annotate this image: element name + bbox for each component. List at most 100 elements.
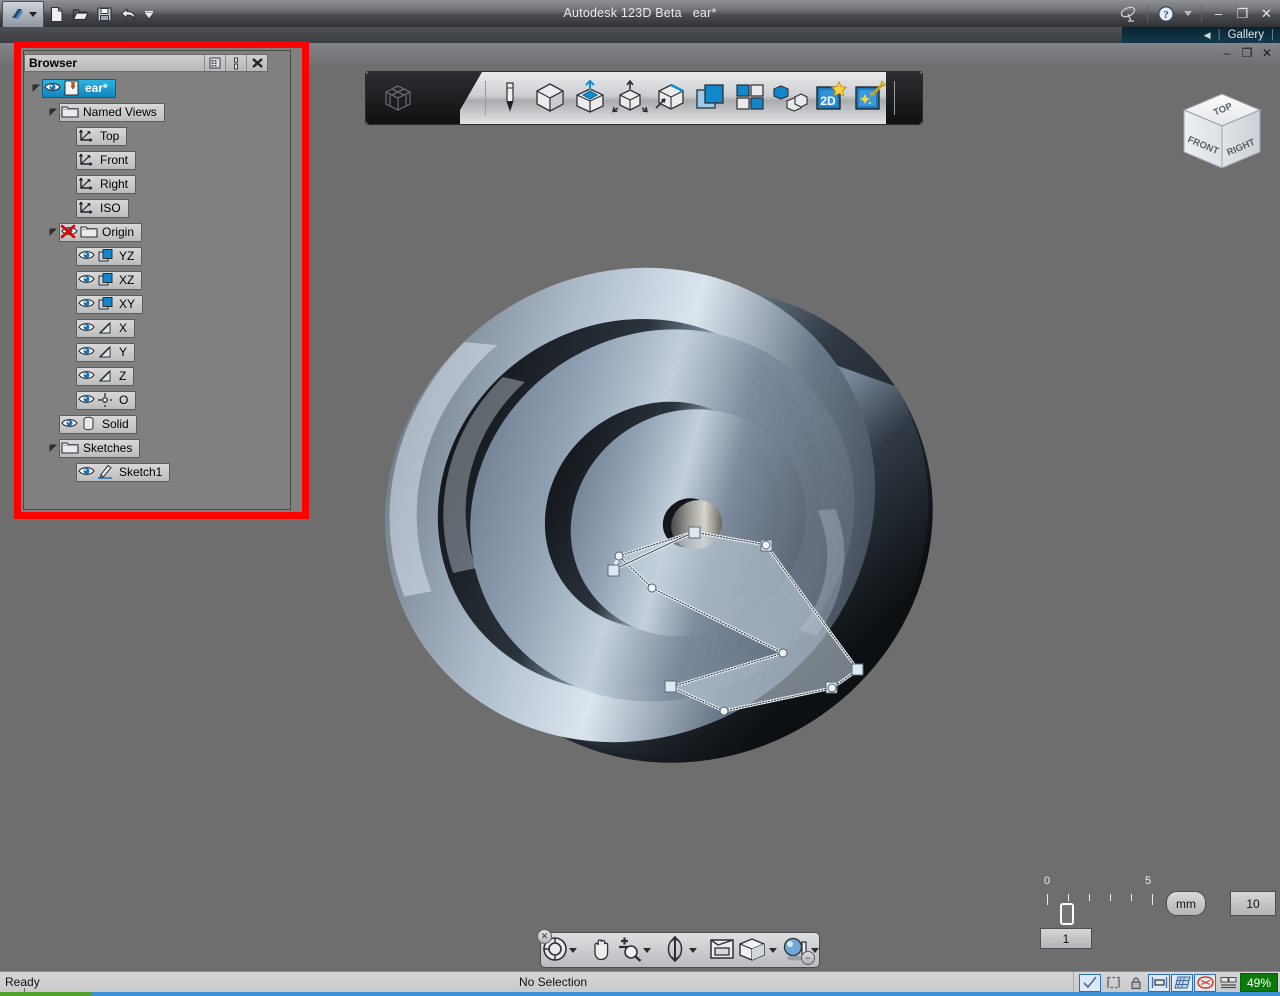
list-filter-icon[interactable]	[204, 55, 225, 71]
tree-node-chip[interactable]: YZ	[76, 247, 142, 266]
smart-tool[interactable]	[850, 71, 890, 125]
visibility-eye-icon[interactable]	[78, 392, 97, 409]
tree-node-chip[interactable]: Named Views	[59, 103, 165, 122]
constraint-toggle[interactable]	[1194, 974, 1216, 992]
gallery-link[interactable]: Gallery	[1228, 29, 1264, 41]
expander-triangle-icon[interactable]	[47, 220, 59, 244]
visibility-eye-icon[interactable]	[78, 248, 97, 265]
tree-node-chip[interactable]: X	[76, 319, 135, 338]
tree-node-chip[interactable]: Origin	[59, 223, 142, 242]
combine-tool[interactable]	[690, 71, 730, 125]
tree-node[interactable]: Origin	[30, 220, 280, 244]
satellite-dish-icon[interactable]	[1120, 5, 1138, 23]
scale-slider-handle[interactable]	[1060, 903, 1074, 925]
tree-node[interactable]: Y	[30, 340, 280, 364]
open-folder-icon[interactable]	[72, 6, 89, 23]
visibility-eye-icon[interactable]	[78, 344, 97, 361]
tree-node-chip[interactable]: XY	[76, 295, 143, 314]
quick-access-overflow-icon[interactable]	[144, 6, 154, 23]
pattern-tool[interactable]	[650, 71, 690, 125]
visibility-eye-icon[interactable]	[78, 464, 97, 481]
drawing-2d-tool[interactable]: 2D	[810, 71, 850, 125]
tree-node[interactable]: Front	[30, 148, 280, 172]
visual-style-tool[interactable]	[737, 933, 781, 967]
grid-toggle[interactable]	[1171, 974, 1193, 992]
orbit-tool[interactable]	[661, 933, 701, 967]
tree-node[interactable]: ear*	[30, 76, 280, 100]
visibility-eye-icon[interactable]	[61, 224, 80, 241]
tree-node[interactable]: Right	[30, 172, 280, 196]
visibility-eye-icon[interactable]	[78, 272, 97, 289]
expander-triangle-icon[interactable]	[47, 436, 59, 460]
window-close-button[interactable]: ✕	[1259, 7, 1274, 21]
tree-node[interactable]: XZ	[30, 268, 280, 292]
tree-node-chip[interactable]: Right	[76, 175, 136, 194]
tree-node[interactable]: XY	[30, 292, 280, 316]
window-restore-button[interactable]: ❐	[1235, 7, 1250, 21]
visibility-eye-icon[interactable]	[78, 296, 97, 313]
document-close-button[interactable]: ✕	[1260, 46, 1274, 60]
tree-node-chip[interactable]: ear*	[42, 79, 116, 98]
document-restore-button[interactable]: ❐	[1240, 46, 1254, 60]
sketch-tool[interactable]	[490, 71, 530, 125]
pan-tool[interactable]	[587, 933, 615, 967]
dimension-toggle[interactable]	[1148, 974, 1170, 992]
primitives-tool[interactable]	[530, 71, 570, 125]
view-cube[interactable]: TOP FRONT RIGHT	[1178, 90, 1266, 174]
zoom-tool[interactable]	[615, 933, 655, 967]
tree-node-chip[interactable]: Sketches	[59, 439, 140, 458]
group-tool[interactable]	[770, 71, 810, 125]
snap-settings[interactable]	[1217, 974, 1239, 992]
chevron-down-icon[interactable]	[689, 948, 697, 953]
tree-node-chip[interactable]: XZ	[76, 271, 142, 290]
tree-node-chip[interactable]: ISO	[76, 199, 129, 218]
selection-filter[interactable]	[1102, 974, 1124, 992]
tree-node-chip[interactable]: Front	[76, 151, 136, 170]
visibility-eye-icon[interactable]	[61, 416, 80, 433]
units-button[interactable]: mm	[1166, 891, 1206, 916]
document-minimize-button[interactable]: –	[1220, 46, 1234, 60]
floppy-disk-save-icon[interactable]	[96, 6, 113, 23]
close-x-icon[interactable]	[246, 55, 267, 71]
tree-node-chip[interactable]: Solid	[59, 415, 137, 434]
chevron-down-icon[interactable]	[29, 12, 37, 17]
tree-node-chip[interactable]: Sketch1	[76, 463, 170, 482]
undo-arrow-icon[interactable]	[120, 6, 137, 23]
modify-tool[interactable]	[610, 71, 650, 125]
tree-node[interactable]: Solid	[30, 412, 280, 436]
construct-tool[interactable]	[570, 71, 610, 125]
navbar-collapse-grip[interactable]: −	[801, 951, 815, 965]
tree-node[interactable]: Named Views	[30, 100, 280, 124]
tree-node[interactable]: O	[30, 388, 280, 412]
dock-handle-icon[interactable]	[225, 55, 246, 71]
visibility-eye-icon[interactable]	[78, 320, 97, 337]
tree-node[interactable]: YZ	[30, 244, 280, 268]
tree-node[interactable]: Top	[30, 124, 280, 148]
chevron-down-icon[interactable]	[1184, 11, 1192, 16]
new-file-icon[interactable]	[48, 6, 65, 23]
snap-toggle[interactable]	[1079, 974, 1101, 992]
gallery-collapse-arrow-icon[interactable]: ◀	[1204, 30, 1211, 41]
look-at-tool[interactable]	[707, 933, 737, 967]
tree-node[interactable]: Z	[30, 364, 280, 388]
tree-node[interactable]: X	[30, 316, 280, 340]
tree-node[interactable]: ISO	[30, 196, 280, 220]
visibility-eye-icon[interactable]	[44, 80, 63, 97]
navbar-close-button[interactable]: ✕	[537, 929, 552, 944]
lock-toggle[interactable]	[1125, 974, 1147, 992]
visibility-eye-icon[interactable]	[78, 368, 97, 385]
chevron-down-icon[interactable]	[769, 948, 777, 953]
toolbar-home-cap[interactable]	[366, 72, 460, 124]
grid-tool[interactable]	[730, 71, 770, 125]
tree-node[interactable]: Sketch1	[30, 460, 280, 484]
cube-grid-icon[interactable]	[383, 84, 413, 112]
expander-triangle-icon[interactable]	[30, 76, 42, 100]
chevron-down-icon[interactable]	[569, 948, 577, 953]
tree-node[interactable]: Sketches	[30, 436, 280, 460]
question-circle-icon[interactable]: ?	[1157, 5, 1175, 23]
grid-value-field[interactable]: 10	[1230, 891, 1276, 916]
expander-triangle-icon[interactable]	[47, 100, 59, 124]
tree-node-chip[interactable]: Y	[76, 343, 135, 362]
chevron-down-icon[interactable]	[643, 948, 651, 953]
window-minimize-button[interactable]: –	[1211, 7, 1226, 21]
